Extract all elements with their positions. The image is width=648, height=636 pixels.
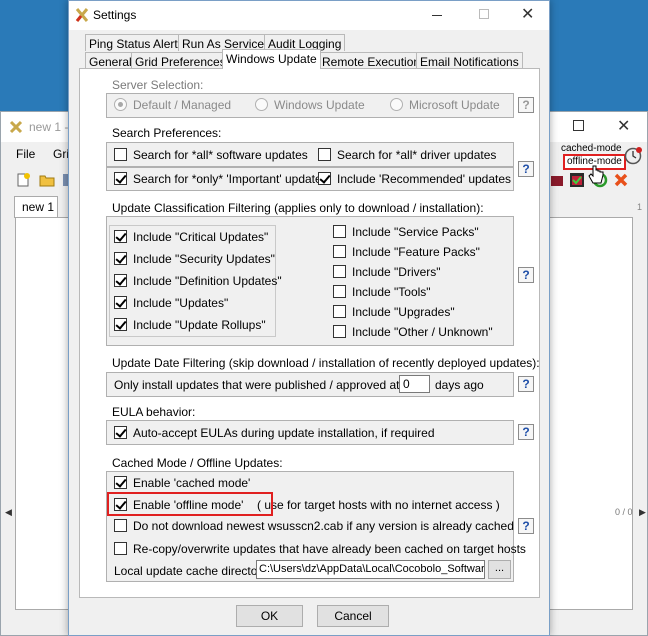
- enable-cached-mode-label: Enable 'cached mode': [133, 476, 251, 490]
- radio-windows-update[interactable]: [255, 98, 268, 111]
- app-logo-icon: [9, 120, 23, 134]
- auto-accept-eula-label: Auto-accept EULAs during update installa…: [133, 426, 435, 440]
- server-selection-title: Server Selection:: [112, 78, 204, 92]
- include-tools-checkbox[interactable]: [333, 285, 346, 298]
- radio-default-managed[interactable]: [114, 98, 127, 111]
- radio-microsoft-update-label: Microsoft Update: [409, 98, 500, 112]
- search-all-software-label: Search for *all* software updates: [133, 148, 308, 162]
- include-drivers-checkbox[interactable]: [333, 265, 346, 278]
- menu-grid[interactable]: Gri: [53, 147, 69, 161]
- include-service-packs-checkbox[interactable]: [333, 225, 346, 238]
- cancel-button[interactable]: Cancel: [317, 605, 389, 627]
- settings-dialog: Settings ✕ Ping Status Alerts Run As Ser…: [68, 0, 550, 636]
- enable-cached-mode-checkbox[interactable]: [114, 476, 127, 489]
- search-all-drivers-checkbox[interactable]: [318, 148, 331, 161]
- scroll-left-icon[interactable]: ◀: [5, 507, 12, 518]
- tab-grid-preferences[interactable]: Grid Preferences: [131, 52, 230, 69]
- radio-default-managed-label: Default / Managed: [133, 98, 232, 112]
- cache-directory-label: Local update cache directory:: [114, 564, 271, 578]
- server-selection-help-icon[interactable]: ?: [518, 97, 534, 113]
- delete-x-icon[interactable]: [613, 172, 629, 188]
- menu-file[interactable]: File: [16, 147, 35, 161]
- dialog-title-bar: Settings ✕: [69, 1, 549, 30]
- eula-help-icon[interactable]: ?: [518, 424, 534, 440]
- cached-mode-help-icon[interactable]: ?: [518, 518, 534, 534]
- include-critical-updates-checkbox[interactable]: [114, 230, 127, 243]
- tab-windows-update[interactable]: Windows Update: [222, 49, 321, 69]
- offline-mode-note: ( use for target hosts with no internet …: [257, 498, 500, 512]
- search-only-important-checkbox[interactable]: [114, 172, 127, 185]
- new-file-icon[interactable]: [15, 172, 31, 188]
- tab-general[interactable]: General: [85, 52, 136, 69]
- classification-title: Update Classification Filtering (applies…: [112, 201, 484, 215]
- include-update-rollups-label: Include "Update Rollups": [133, 318, 266, 332]
- eula-title: EULA behavior:: [112, 405, 196, 419]
- include-drivers-label: Include "Drivers": [352, 265, 441, 279]
- date-filtering-title: Update Date Filtering (skip download / i…: [112, 356, 540, 370]
- maximize-icon[interactable]: [479, 9, 489, 19]
- search-preferences-title: Search Preferences:: [112, 126, 222, 140]
- hand-cursor-icon: [588, 165, 604, 184]
- cache-directory-input[interactable]: C:\Users\dz\AppData\Local\Cocobolo_Softw…: [256, 560, 485, 579]
- recopy-updates-checkbox[interactable]: [114, 542, 127, 555]
- radio-microsoft-update[interactable]: [390, 98, 403, 111]
- tab-email-notifications[interactable]: Email Notifications: [416, 52, 523, 69]
- include-upgrades-label: Include "Upgrades": [352, 305, 455, 319]
- close-icon[interactable]: ✕: [521, 4, 534, 24]
- include-definition-updates-checkbox[interactable]: [114, 274, 127, 287]
- dialog-title: Settings: [93, 8, 137, 22]
- minimize-icon[interactable]: [432, 15, 442, 16]
- maximize-icon[interactable]: [573, 120, 584, 131]
- cached-mode-title: Cached Mode / Offline Updates:: [112, 456, 283, 470]
- page-counter: 0 / 0: [615, 507, 633, 517]
- include-recommended-checkbox[interactable]: [318, 172, 331, 185]
- include-security-updates-checkbox[interactable]: [114, 252, 127, 265]
- include-critical-updates-label: Include "Critical Updates": [133, 230, 269, 244]
- close-icon[interactable]: ✕: [617, 116, 630, 136]
- background-window-title: new 1 -: [29, 120, 69, 134]
- days-input[interactable]: 0: [399, 375, 430, 393]
- include-security-updates-label: Include "Security Updates": [133, 252, 275, 266]
- search-all-software-checkbox[interactable]: [114, 148, 127, 161]
- document-tab[interactable]: new 1: [14, 196, 58, 218]
- include-feature-packs-label: Include "Feature Packs": [352, 245, 480, 259]
- skip-wsusscn2-download-checkbox[interactable]: [114, 519, 127, 532]
- browse-button[interactable]: ...: [488, 560, 511, 579]
- tab-ping-status-alerts[interactable]: Ping Status Alerts: [85, 34, 188, 51]
- include-other-unknown-checkbox[interactable]: [333, 325, 346, 338]
- include-updates-checkbox[interactable]: [114, 296, 127, 309]
- search-preferences-help-icon[interactable]: ?: [518, 161, 534, 177]
- search-all-drivers-label: Search for *all* driver updates: [337, 148, 497, 162]
- include-upgrades-checkbox[interactable]: [333, 305, 346, 318]
- include-definition-updates-label: Include "Definition Updates": [133, 274, 282, 288]
- skip-wsusscn2-download-label: Do not download newest wsusscn2.cab if a…: [133, 519, 514, 533]
- include-feature-packs-checkbox[interactable]: [333, 245, 346, 258]
- scroll-right-icon[interactable]: ▶: [639, 507, 646, 518]
- auto-accept-eula-checkbox[interactable]: [114, 426, 127, 439]
- date-filter-text-before: Only install updates that were published…: [114, 378, 429, 392]
- radio-windows-update-label: Windows Update: [274, 98, 365, 112]
- include-update-rollups-checkbox[interactable]: [114, 318, 127, 331]
- include-service-packs-label: Include "Service Packs": [352, 225, 479, 239]
- check-window-icon[interactable]: [569, 172, 585, 188]
- include-tools-label: Include "Tools": [352, 285, 431, 299]
- app-logo-icon: [75, 8, 89, 22]
- search-only-important-label: Search for *only* 'Important' updates: [133, 172, 328, 186]
- date-filtering-help-icon[interactable]: ?: [518, 376, 534, 392]
- date-filter-text-after: days ago: [435, 378, 484, 392]
- clock-icon[interactable]: [624, 147, 642, 165]
- toolbar-tool-icon[interactable]: [549, 172, 565, 188]
- open-folder-icon[interactable]: [39, 172, 55, 188]
- cached-mode-label: cached-mode: [561, 143, 622, 154]
- ok-button[interactable]: OK: [236, 605, 303, 627]
- include-updates-label: Include "Updates": [133, 296, 229, 310]
- offline-mode-highlight: [107, 492, 273, 516]
- ruler-number: 1: [637, 202, 643, 212]
- classification-help-icon[interactable]: ?: [518, 267, 534, 283]
- include-other-unknown-label: Include "Other / Unknown": [352, 325, 493, 339]
- recopy-updates-label: Re-copy/overwrite updates that have alre…: [133, 542, 526, 556]
- tab-remote-execution[interactable]: Remote Execution: [318, 52, 425, 69]
- include-recommended-label: Include 'Recommended' updates: [337, 172, 512, 186]
